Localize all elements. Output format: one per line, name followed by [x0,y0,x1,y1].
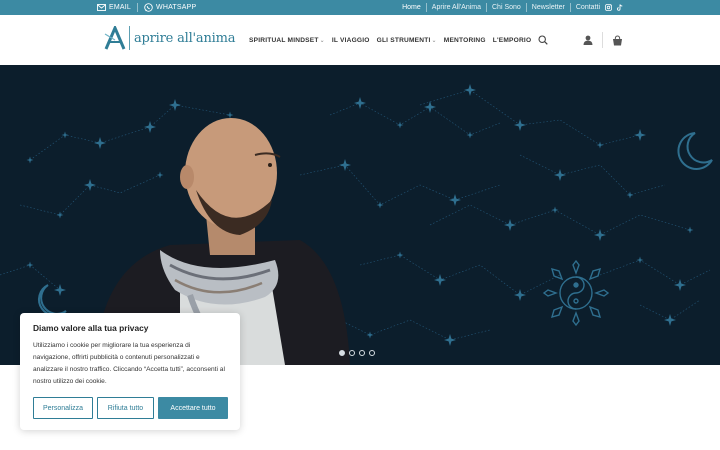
search-icon[interactable] [538,35,549,45]
top-link-contatti[interactable]: Contatti [576,4,600,11]
logo-text: aprire all'anima [134,30,236,46]
nav-label: IL VIAGGIO [331,36,370,44]
cart-icon[interactable] [612,34,623,46]
main-header: aprire all'anima SPIRITUAL MINDSET ⌄ IL V… [0,15,720,65]
instagram-icon[interactable] [605,4,612,11]
nav-emporio[interactable]: L'EMPORIO [493,37,532,44]
customize-button[interactable]: Personalizza [33,397,93,419]
reject-all-button[interactable]: Rifiuta tutto [97,397,154,419]
logo-a-icon [104,26,126,50]
nav-gli-strumenti[interactable]: GLI STRUMENTI ⌄ [377,37,437,44]
divider [425,3,427,12]
nav-mentoring[interactable]: MENTORING [444,37,486,44]
tiktok-icon[interactable] [617,4,623,11]
nav-label: MENTORING [443,36,486,44]
mail-icon [97,4,106,11]
site-logo[interactable]: aprire all'anima [104,26,235,50]
nav-spiritual-mindset[interactable]: SPIRITUAL MINDSET ⌄ [249,37,325,44]
divider [137,3,139,12]
whatsapp-label: WHATSAPP [156,4,197,11]
slider-dots [339,350,375,356]
email-label: EMAIL [109,4,132,11]
nav-label: SPIRITUAL MINDSET [249,36,319,44]
cookie-title: Diamo valore alla tua privacy [33,323,149,333]
logo-divider [129,26,130,50]
top-link-aprire-allanima[interactable]: Aprire All'Anima [432,4,481,11]
top-link-home[interactable]: Home [402,4,421,11]
accept-all-button[interactable]: Accettare tutto [158,397,228,419]
chevron-down-icon: ⌄ [319,37,325,44]
divider [569,3,571,12]
slider-dot-1[interactable] [339,350,345,356]
main-nav: SPIRITUAL MINDSET ⌄ IL VIAGGIO GLI STRUME… [249,15,549,65]
slider-dot-2[interactable] [349,350,355,356]
user-account-icon[interactable] [583,35,593,45]
slider-dot-4[interactable] [369,350,375,356]
whatsapp-link[interactable]: WHATSAPP [144,3,196,12]
email-link[interactable]: EMAIL [97,4,131,11]
slider-dot-3[interactable] [359,350,365,356]
nav-il-viaggio[interactable]: IL VIAGGIO [332,37,370,44]
top-link-chi-sono[interactable]: Chi Sono [492,4,521,11]
chevron-down-icon: ⌄ [431,37,437,44]
top-link-newsletter[interactable]: Newsletter [532,4,565,11]
cookie-consent-banner: Diamo valore alla tua privacy Utilizziam… [20,313,240,430]
nav-label: GLI STRUMENTI [376,36,431,44]
divider [602,32,603,48]
whatsapp-icon [144,3,153,12]
cookie-text: Utilizziamo i cookie per migliorare la t… [33,342,225,385]
top-bar: EMAIL WHATSAPP Home Aprire All'Anima Chi… [0,0,720,15]
nav-label: L'EMPORIO [492,36,532,44]
divider [486,3,487,12]
divider [525,3,527,12]
